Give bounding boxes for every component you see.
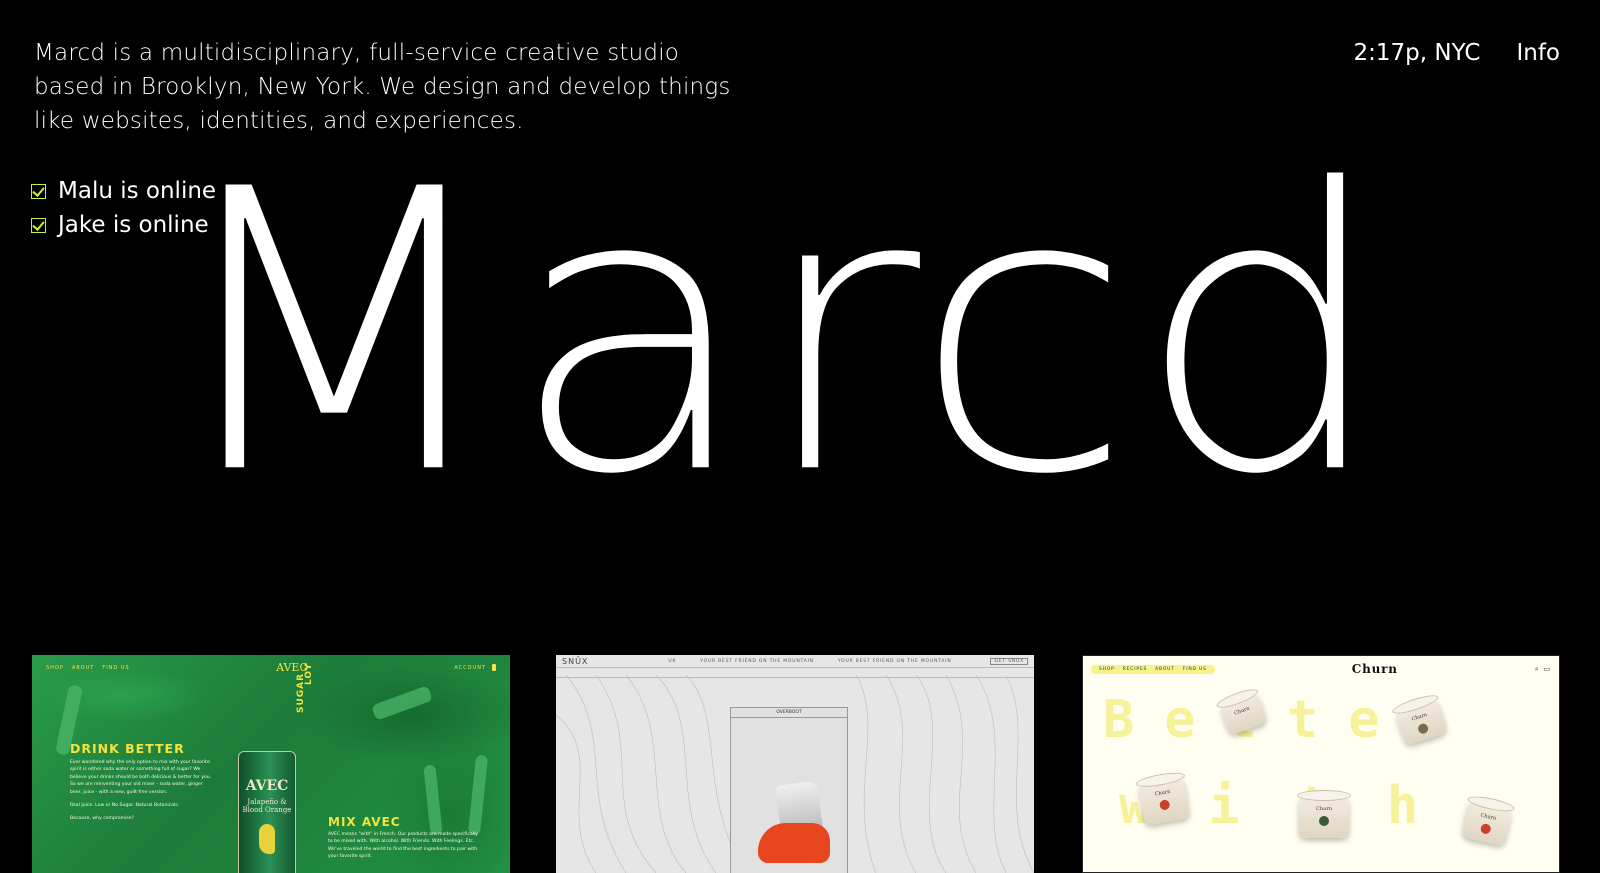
jar-art — [1416, 722, 1430, 735]
snux-nav-item: YOUR BEST FRIEND ON THE MOUNTAIN — [837, 658, 952, 664]
jar-art — [1479, 822, 1492, 835]
snux-nav: SNŪX UK YOUR BEST FRIEND ON THE MOUNTAIN… — [556, 655, 1034, 668]
churn-nav-shop: SHOP — [1099, 666, 1115, 672]
churn-nav-recipes: RECIPES — [1122, 666, 1148, 672]
wordmark-svg: Marcd — [159, 105, 1391, 561]
churn-nav-find-us: FIND US — [1182, 666, 1207, 672]
jar-art — [1319, 816, 1329, 826]
boot-image — [758, 823, 830, 863]
avec-nav-find-us: FIND US — [102, 664, 130, 671]
project-card-avec[interactable]: SHOP ABOUT FIND US AVEC ACCOUNT LOY SUGA… — [32, 655, 510, 873]
project-card-churn[interactable]: Better with SHOP RECIPES ABOUT FIND US C… — [1082, 655, 1560, 873]
snux-nav-item: YOUR BEST FRIEND ON THE MOUNTAIN — [700, 658, 814, 664]
wordmark: Marcd — [159, 105, 1460, 561]
checkbox-icon — [31, 217, 46, 233]
jar-label: Churn — [1410, 711, 1428, 723]
jar-image: Churn — [1137, 776, 1191, 826]
avec-can-brand: AVEC — [245, 778, 289, 794]
cart-icon — [492, 664, 496, 671]
wordmark-text: Marcd — [160, 106, 1390, 560]
avec-tagline: Real Juice. Low or No Sugar. Natural Bot… — [70, 803, 180, 809]
avec-body: Ever wondered why the only option to mix… — [70, 759, 212, 823]
header-right: 2:17p, NYC Info — [1354, 36, 1560, 70]
avec-can-flavor: Jalapeño & Blood Orange — [242, 798, 292, 814]
jar-art — [1158, 799, 1171, 811]
churn-nav-about: ABOUT — [1155, 666, 1175, 672]
jar-label: Churn — [1479, 812, 1497, 822]
avec-nav-account: ACCOUNT — [454, 664, 486, 671]
churn-logo: Churn — [1351, 662, 1398, 676]
snux-logo: SNŪX — [562, 656, 589, 666]
info-link[interactable]: Info — [1516, 36, 1560, 70]
avec-side-word: SUGAR — [296, 672, 306, 713]
jar-label: Churn — [1233, 705, 1251, 717]
cart-icon: ▭ — [1543, 664, 1551, 673]
snux-subbar — [556, 668, 1034, 678]
avec-nav-shop: SHOP — [46, 664, 64, 671]
avec-mix-heading: MIX AVEC — [328, 815, 401, 829]
avec-nav-about: ABOUT — [71, 664, 95, 671]
avec-mix-body: AVEC means "with" in French. Our product… — [328, 832, 478, 860]
churn-nav: SHOP RECIPES ABOUT FIND US Churn ⌕ ▭ — [1091, 662, 1551, 676]
jar-image: Churn — [1461, 799, 1513, 847]
avec-nav: SHOP ABOUT FIND US AVEC ACCOUNT — [46, 661, 496, 674]
jar-image: Churn — [1297, 790, 1351, 838]
pepper-icon — [259, 824, 275, 854]
intro-line-2: based in Brooklyn, New York. We design a… — [34, 74, 731, 100]
snux-get-button: GET SNUX — [990, 657, 1028, 665]
snux-nav-item: UK — [668, 658, 677, 664]
project-card-snux[interactable]: SNŪX UK YOUR BEST FRIEND ON THE MOUNTAIN… — [556, 655, 1034, 873]
avec-can-image: AVEC Jalapeño & Blood Orange — [238, 751, 296, 873]
search-icon: ⌕ — [1534, 664, 1540, 673]
checkbox-icon — [31, 183, 46, 199]
intro-line-1: Marcd is a multidisciplinary, full-servi… — [34, 40, 680, 66]
project-grid: SHOP ABOUT FIND US AVEC ACCOUNT LOY SUGA… — [32, 655, 1568, 873]
jar-label: Churn — [1316, 806, 1332, 812]
page: Marcd is a multidisciplinary, full-servi… — [0, 0, 1600, 873]
avec-body-text: Ever wondered why the only option to mix… — [70, 760, 212, 795]
avec-question: Because, why compromise? — [70, 816, 134, 822]
snux-panel-title: OVERBOOT — [731, 708, 847, 718]
jar-label: Churn — [1154, 788, 1171, 798]
local-time: 2:17p, NYC — [1353, 40, 1481, 66]
avec-heading: DRINK BETTER — [70, 741, 185, 756]
avec-logo: AVEC — [276, 661, 308, 674]
